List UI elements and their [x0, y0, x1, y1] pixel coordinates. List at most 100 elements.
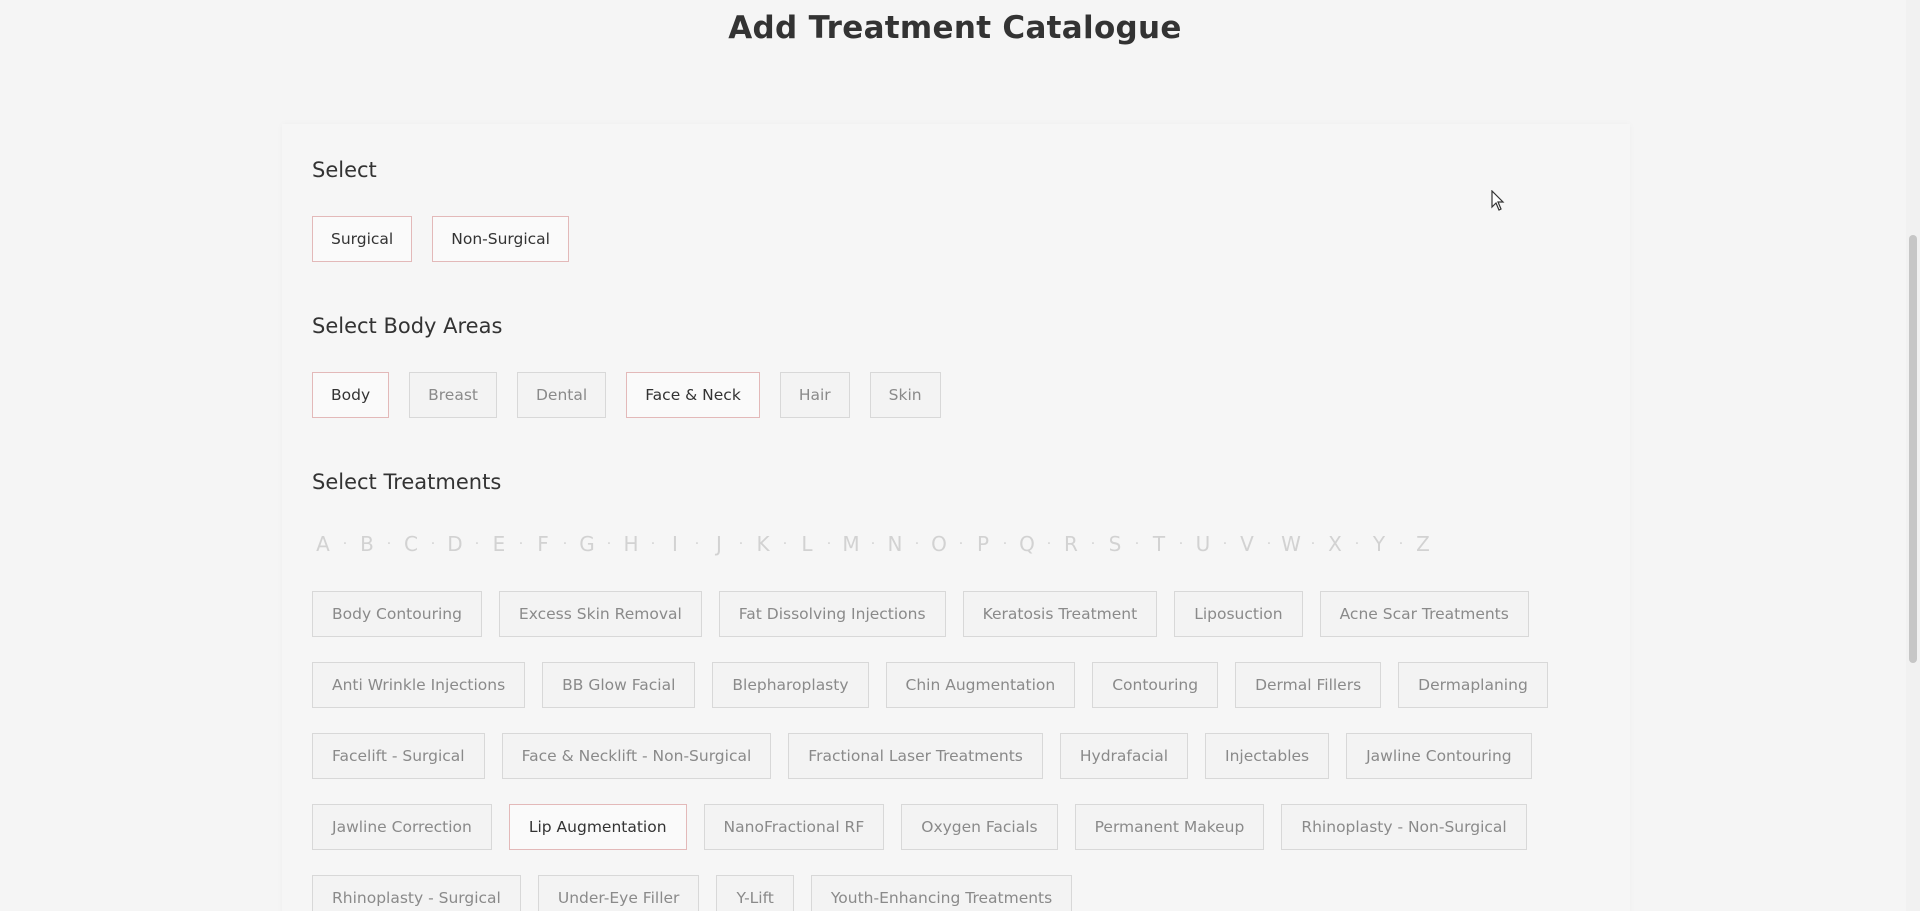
- alphabet-letter[interactable]: R: [1060, 532, 1082, 556]
- alphabet-letter[interactable]: C: [400, 532, 422, 556]
- treatment-button[interactable]: Jawline Contouring: [1346, 733, 1532, 779]
- alphabet-separator: ·: [474, 536, 480, 552]
- treatment-button[interactable]: Face & Necklift - Non-Surgical: [501, 733, 772, 779]
- alphabet-letter[interactable]: P: [972, 532, 994, 556]
- alphabet-letter[interactable]: K: [752, 532, 774, 556]
- treatment-button[interactable]: Body Contouring: [312, 591, 482, 637]
- alphabet-letter[interactable]: D: [444, 532, 466, 556]
- treatment-button[interactable]: Youth-Enhancing Treatments: [810, 875, 1073, 911]
- treatment-button[interactable]: Dermaplaning: [1398, 662, 1548, 708]
- treatment-button[interactable]: Liposuction: [1174, 591, 1303, 637]
- treatment-button[interactable]: Injectables: [1205, 733, 1330, 779]
- alphabet-letter[interactable]: N: [884, 532, 906, 556]
- treatment-button[interactable]: Contouring: [1092, 662, 1219, 708]
- alphabet-separator: ·: [1222, 536, 1228, 552]
- treatments-heading: Select Treatments: [312, 470, 502, 494]
- alphabet-letter[interactable]: X: [1324, 532, 1346, 556]
- treatment-button[interactable]: Dermal Fillers: [1235, 662, 1382, 708]
- alphabet-letter[interactable]: H: [620, 532, 642, 556]
- alphabet-letter[interactable]: I: [664, 532, 686, 556]
- body-area-button[interactable]: Face & Neck: [626, 372, 760, 418]
- treatment-button[interactable]: Y-Lift: [716, 875, 794, 911]
- alphabet-separator: ·: [342, 536, 348, 552]
- treatment-row: Rhinoplasty - Surgical Under-Eye Filler Y-…: [312, 875, 1548, 911]
- treatment-button[interactable]: Blepharoplasty: [712, 662, 869, 708]
- alphabet-letter[interactable]: Q: [1016, 532, 1038, 556]
- treatment-button[interactable]: Jawline Correction: [312, 804, 492, 850]
- alphabet-letter[interactable]: Z: [1412, 532, 1434, 556]
- treatment-options: Body Contouring Excess Skin Removal Fat Di…: [312, 591, 1548, 911]
- treatment-button[interactable]: Fat Dissolving Injections: [718, 591, 946, 637]
- alphabet-separator: ·: [958, 536, 964, 552]
- alphabet-letter[interactable]: O: [928, 532, 950, 556]
- treatment-button[interactable]: Facelift - Surgical: [312, 733, 485, 779]
- treatment-button[interactable]: BB Glow Facial: [542, 662, 696, 708]
- type-option-button[interactable]: Surgical: [312, 216, 413, 262]
- treatment-button[interactable]: Lip Augmentation: [508, 804, 687, 850]
- page: Add Treatment Catalogue Select Surgical N…: [0, 0, 1920, 911]
- alphabet-separator: ·: [1310, 536, 1316, 552]
- alphabet-letter[interactable]: A: [312, 532, 334, 556]
- type-option-button[interactable]: Non-Surgical: [432, 216, 569, 262]
- alphabet-separator: ·: [914, 536, 920, 552]
- alphabet-letter[interactable]: Y: [1368, 532, 1390, 556]
- treatment-button[interactable]: Keratosis Treatment: [962, 591, 1158, 637]
- treatment-button[interactable]: Rhinoplasty - Surgical: [312, 875, 521, 911]
- treatment-row: Anti Wrinkle Injections BB Glow Facial Ble…: [312, 662, 1548, 708]
- alphabet-separator: ·: [1398, 536, 1404, 552]
- body-area-button[interactable]: Skin: [869, 372, 941, 418]
- scrollbar-thumb[interactable]: [1909, 235, 1917, 663]
- alphabet-letter[interactable]: T: [1148, 532, 1170, 556]
- alphabet-letter[interactable]: U: [1192, 532, 1214, 556]
- treatment-button[interactable]: Oxygen Facials: [901, 804, 1058, 850]
- body-area-options: Body Breast Dental Face & Neck Hair Skin: [312, 372, 941, 418]
- treatment-button[interactable]: Fractional Laser Treatments: [788, 733, 1043, 779]
- body-area-button[interactable]: Breast: [409, 372, 497, 418]
- treatment-button[interactable]: Acne Scar Treatments: [1319, 591, 1529, 637]
- alphabet-letter[interactable]: J: [708, 532, 730, 556]
- alphabet-letter[interactable]: E: [488, 532, 510, 556]
- alphabet-separator: ·: [606, 536, 612, 552]
- alphabet-filter: A · B · C · D · E · F · G · H · I · J · K · L · M · N · O · P · Q · R · S · T ·…: [312, 532, 1434, 556]
- alphabet-separator: ·: [1046, 536, 1052, 552]
- treatment-button[interactable]: Chin Augmentation: [885, 662, 1076, 708]
- body-areas-heading: Select Body Areas: [312, 314, 503, 338]
- body-area-button[interactable]: Dental: [517, 372, 607, 418]
- alphabet-letter[interactable]: V: [1236, 532, 1258, 556]
- alphabet-separator: ·: [1002, 536, 1008, 552]
- alphabet-separator: ·: [430, 536, 436, 552]
- alphabet-separator: ·: [562, 536, 568, 552]
- body-area-button[interactable]: Hair: [779, 372, 850, 418]
- body-area-button[interactable]: Body: [312, 372, 390, 418]
- treatment-button[interactable]: Rhinoplasty - Non-Surgical: [1281, 804, 1527, 850]
- catalogue-form-card: Select Surgical Non-Surgical Select Body …: [282, 124, 1630, 911]
- treatment-button[interactable]: Permanent Makeup: [1074, 804, 1265, 850]
- alphabet-letter[interactable]: M: [840, 532, 862, 556]
- alphabet-separator: ·: [1354, 536, 1360, 552]
- alphabet-letter[interactable]: F: [532, 532, 554, 556]
- alphabet-separator: ·: [1134, 536, 1140, 552]
- treatment-button[interactable]: NanoFractional RF: [703, 804, 885, 850]
- type-options: Surgical Non-Surgical: [312, 216, 569, 262]
- scrollbar[interactable]: [1906, 0, 1920, 911]
- alphabet-separator: ·: [386, 536, 392, 552]
- alphabet-separator: ·: [1178, 536, 1184, 552]
- alphabet-separator: ·: [1090, 536, 1096, 552]
- treatment-row: Facelift - Surgical Face & Necklift - Non…: [312, 733, 1548, 779]
- page-title: Add Treatment Catalogue: [728, 10, 1182, 46]
- treatment-row: Jawline Correction Lip Augmentation NanoFr…: [312, 804, 1548, 850]
- alphabet-letter[interactable]: B: [356, 532, 378, 556]
- alphabet-letter[interactable]: L: [796, 532, 818, 556]
- treatment-button[interactable]: Hydrafacial: [1059, 733, 1189, 779]
- alphabet-separator: ·: [782, 536, 788, 552]
- treatment-button[interactable]: Under-Eye Filler: [537, 875, 700, 911]
- treatment-button[interactable]: Anti Wrinkle Injections: [312, 662, 526, 708]
- treatment-button[interactable]: Excess Skin Removal: [498, 591, 702, 637]
- alphabet-separator: ·: [650, 536, 656, 552]
- select-heading: Select: [312, 158, 377, 182]
- mouse-cursor-icon: [1491, 190, 1505, 211]
- alphabet-letter[interactable]: W: [1280, 532, 1302, 556]
- alphabet-separator: ·: [1266, 536, 1272, 552]
- alphabet-letter[interactable]: G: [576, 532, 598, 556]
- alphabet-letter[interactable]: S: [1104, 532, 1126, 556]
